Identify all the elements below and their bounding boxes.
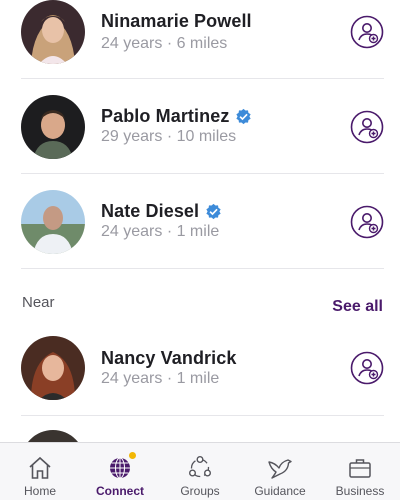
tab-guidance[interactable]: Guidance	[240, 443, 320, 500]
divider	[21, 268, 384, 269]
add-friend-button[interactable]	[350, 110, 384, 144]
avatar[interactable]	[21, 430, 85, 442]
avatar[interactable]	[21, 336, 85, 400]
add-friend-button[interactable]	[350, 205, 384, 239]
tab-home[interactable]: Home	[0, 443, 80, 500]
person-age-distance: 29 years · 10 miles	[101, 128, 237, 145]
bird-icon	[268, 459, 292, 479]
verified-badge-icon	[236, 108, 252, 125]
person-name[interactable]: Nancy Vandrick	[101, 348, 236, 369]
notification-badge	[129, 452, 136, 459]
tab-label: Business	[335, 484, 385, 498]
person-age-distance: 24 years · 1 mile	[101, 223, 220, 240]
verified-badge-icon	[206, 203, 221, 220]
tab-business[interactable]: Business	[320, 443, 400, 500]
tab-connect[interactable]: Connect	[80, 443, 160, 500]
person-name[interactable]: Nate Diesel	[101, 201, 199, 222]
person-row[interactable]: Pablo Martinez 29 years · 10 miles	[0, 80, 400, 174]
person-name[interactable]: Pablo Martinez	[101, 106, 229, 127]
tab-label: Connect	[96, 484, 144, 498]
avatar[interactable]	[21, 190, 85, 254]
tab-label: Guidance	[254, 484, 306, 498]
people-list[interactable]: Ninamarie Powell 24 years · 6 miles Pabl…	[0, 0, 400, 442]
divider	[21, 415, 384, 416]
see-all-link[interactable]: See all	[332, 298, 383, 316]
briefcase-icon	[349, 459, 371, 478]
tab-groups[interactable]: Groups	[160, 443, 240, 500]
avatar[interactable]	[21, 0, 85, 64]
divider	[21, 78, 384, 79]
section-heading-near: Near	[22, 294, 55, 311]
groups-icon	[189, 456, 212, 478]
bottom-tab-bar: Home Connect Groups Guidance Business	[0, 442, 400, 500]
add-friend-button[interactable]	[350, 351, 384, 385]
divider	[21, 173, 384, 174]
tab-label: Home	[23, 484, 56, 498]
person-name[interactable]: Ninamarie Powell	[101, 11, 252, 32]
person-row[interactable]: Ninamarie Powell 24 years · 6 miles	[0, 0, 400, 79]
avatar[interactable]	[21, 95, 85, 159]
person-age-distance: 24 years · 6 miles	[101, 35, 228, 52]
person-row[interactable]: Nancy Vandrick 24 years · 1 mile	[0, 320, 400, 416]
add-friend-button[interactable]	[350, 15, 384, 49]
person-row[interactable]: Nate Diesel 24 years · 1 mile	[0, 175, 400, 269]
tab-label: Groups	[180, 484, 220, 498]
person-age-distance: 24 years · 1 mile	[101, 370, 220, 387]
home-icon	[29, 456, 51, 479]
